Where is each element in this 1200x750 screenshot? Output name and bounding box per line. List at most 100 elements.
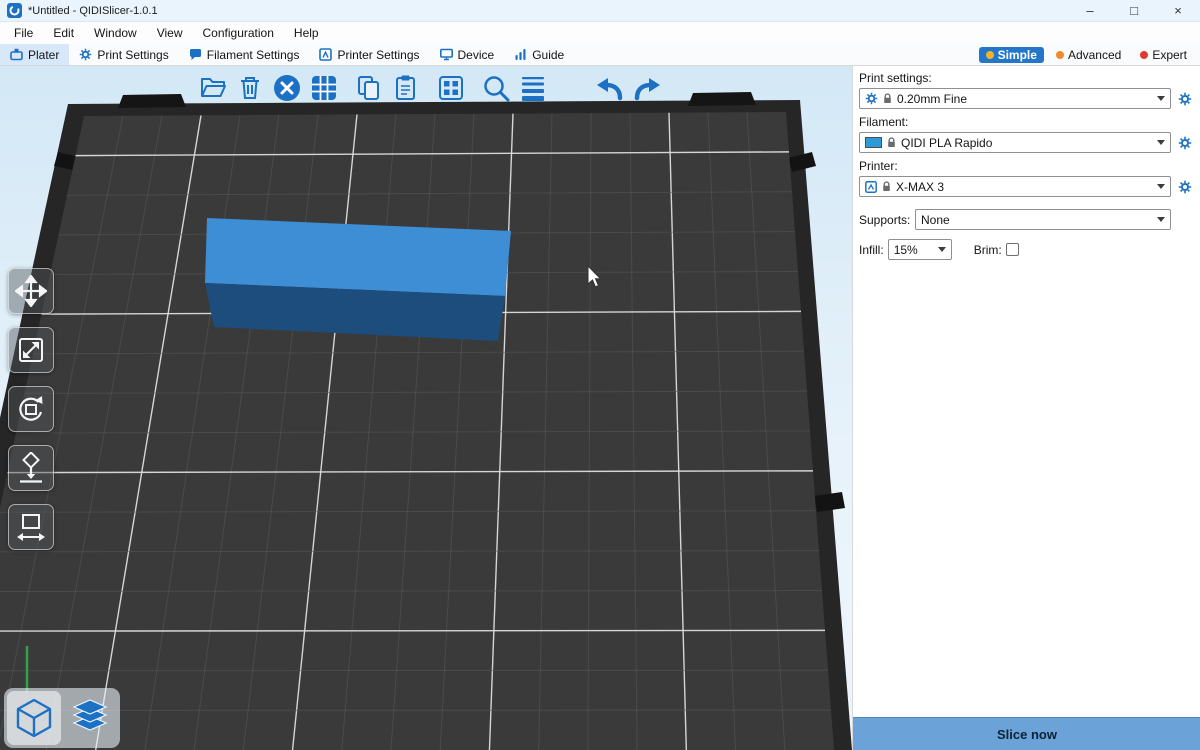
- supports-value: None: [921, 213, 1152, 227]
- menu-window[interactable]: Window: [84, 22, 147, 44]
- minimize-button[interactable]: –: [1068, 0, 1112, 21]
- mode-expert[interactable]: Expert: [1133, 47, 1194, 63]
- rotate-tool-button[interactable]: [8, 386, 54, 432]
- bed-clip: [688, 92, 756, 106]
- gizmo-toolbar: [8, 268, 54, 550]
- redo-button[interactable]: [628, 69, 665, 106]
- tab-bar: Plater Print Settings Filament Settings …: [0, 44, 1200, 66]
- menu-view[interactable]: View: [147, 22, 193, 44]
- viewport-3d[interactable]: [0, 66, 852, 750]
- mode-advanced[interactable]: Advanced: [1049, 47, 1128, 63]
- bed-3d-scene[interactable]: [0, 66, 852, 750]
- brim-label: Brim:: [974, 243, 1002, 257]
- simple-mode-dot-icon: [986, 51, 994, 59]
- brim-checkbox[interactable]: [1006, 243, 1019, 256]
- infill-value: 15%: [894, 243, 933, 257]
- tab-plater-label: Plater: [28, 48, 59, 62]
- lock-icon: [883, 93, 892, 104]
- scale-tool-button[interactable]: [8, 327, 54, 373]
- arrange-button[interactable]: [305, 69, 342, 106]
- printer-combo[interactable]: X-MAX 3: [859, 176, 1171, 197]
- mode-simple[interactable]: Simple: [979, 47, 1044, 63]
- plater-icon: [10, 48, 23, 61]
- print-settings-label: Print settings:: [859, 71, 1194, 85]
- chevron-down-icon: [1157, 217, 1165, 222]
- menu-help[interactable]: Help: [284, 22, 329, 44]
- tab-filament-settings[interactable]: Filament Settings: [179, 44, 310, 65]
- menu-file[interactable]: File: [4, 22, 43, 44]
- chevron-down-icon: [938, 247, 946, 252]
- mode-simple-label: Simple: [998, 48, 1037, 62]
- filament-gear-button[interactable]: [1176, 136, 1194, 150]
- lock-icon: [882, 181, 891, 192]
- advanced-mode-dot-icon: [1056, 51, 1064, 59]
- expert-mode-dot-icon: [1140, 51, 1148, 59]
- printer-label: Printer:: [859, 159, 1194, 173]
- print-settings-gear-button[interactable]: [1176, 92, 1194, 106]
- search-button[interactable]: [477, 69, 514, 106]
- infill-label: Infill:: [859, 243, 884, 257]
- delete-all-button[interactable]: [268, 69, 305, 106]
- model-box-top[interactable]: [205, 218, 511, 296]
- maximize-button[interactable]: □: [1112, 0, 1156, 21]
- tab-filament-settings-label: Filament Settings: [207, 48, 300, 62]
- slice-now-button[interactable]: Slice now: [853, 717, 1200, 750]
- print-settings-combo[interactable]: 0.20mm Fine: [859, 88, 1171, 109]
- paste-button[interactable]: [387, 69, 424, 106]
- settings-sidebar: Print settings: 0.20mm Fine Filament:: [852, 66, 1200, 750]
- move-tool-button[interactable]: [8, 268, 54, 314]
- preview-layers-view-button[interactable]: [63, 691, 117, 745]
- delete-button[interactable]: [231, 69, 268, 106]
- device-monitor-icon: [440, 48, 453, 61]
- window-title: *Untitled - QIDISlicer-1.0.1: [28, 5, 158, 17]
- filament-icon: [189, 48, 202, 61]
- chevron-down-icon: [1157, 140, 1165, 145]
- mode-selector: Simple Advanced Expert: [979, 44, 1200, 65]
- printer-icon: [865, 181, 877, 193]
- filament-label: Filament:: [859, 115, 1194, 129]
- infill-combo[interactable]: 15%: [888, 239, 952, 260]
- app-logo-icon: [7, 3, 22, 18]
- editor-3d-view-button[interactable]: [7, 691, 61, 745]
- view-switcher: [4, 688, 120, 748]
- tab-plater[interactable]: Plater: [0, 44, 69, 65]
- bed-clip: [118, 94, 186, 108]
- menu-bar: File Edit Window View Configuration Help: [0, 22, 1200, 44]
- mode-expert-label: Expert: [1152, 48, 1187, 62]
- filament-value: QIDI PLA Rapido: [901, 136, 1152, 150]
- undo-button[interactable]: [591, 69, 628, 106]
- open-file-button[interactable]: [194, 69, 231, 106]
- window-controls: – □ ×: [1068, 0, 1200, 21]
- title-bar: *Untitled - QIDISlicer-1.0.1 – □ ×: [0, 0, 1200, 22]
- variable-layer-height-button[interactable]: [514, 69, 551, 106]
- filament-color-swatch: [865, 137, 882, 148]
- printer-gear-button[interactable]: [1176, 180, 1194, 194]
- gear-icon: [865, 92, 878, 105]
- viewport-toolbar: [194, 69, 665, 106]
- copy-button[interactable]: [350, 69, 387, 106]
- tab-printer-settings-label: Printer Settings: [337, 48, 419, 62]
- tab-guide-label: Guide: [532, 48, 564, 62]
- lock-icon: [887, 137, 896, 148]
- tab-print-settings[interactable]: Print Settings: [69, 44, 178, 65]
- filament-combo[interactable]: QIDI PLA Rapido: [859, 132, 1171, 153]
- chevron-down-icon: [1157, 96, 1165, 101]
- menu-configuration[interactable]: Configuration: [193, 22, 284, 44]
- guide-icon: [514, 48, 527, 61]
- mode-advanced-label: Advanced: [1068, 48, 1121, 62]
- tab-print-settings-label: Print Settings: [97, 48, 168, 62]
- tab-guide[interactable]: Guide: [504, 44, 574, 65]
- gear-icon: [79, 48, 92, 61]
- print-settings-value: 0.20mm Fine: [897, 92, 1152, 106]
- place-on-face-tool-button[interactable]: [8, 445, 54, 491]
- split-objects-button[interactable]: [432, 69, 469, 106]
- supports-label: Supports:: [859, 213, 911, 227]
- measure-tool-button[interactable]: [8, 504, 54, 550]
- supports-combo[interactable]: None: [915, 209, 1171, 230]
- printer-value: X-MAX 3: [896, 180, 1152, 194]
- menu-edit[interactable]: Edit: [43, 22, 84, 44]
- tab-printer-settings[interactable]: Printer Settings: [309, 44, 429, 65]
- tab-device[interactable]: Device: [430, 44, 505, 65]
- printer-icon: [319, 48, 332, 61]
- close-button[interactable]: ×: [1156, 0, 1200, 21]
